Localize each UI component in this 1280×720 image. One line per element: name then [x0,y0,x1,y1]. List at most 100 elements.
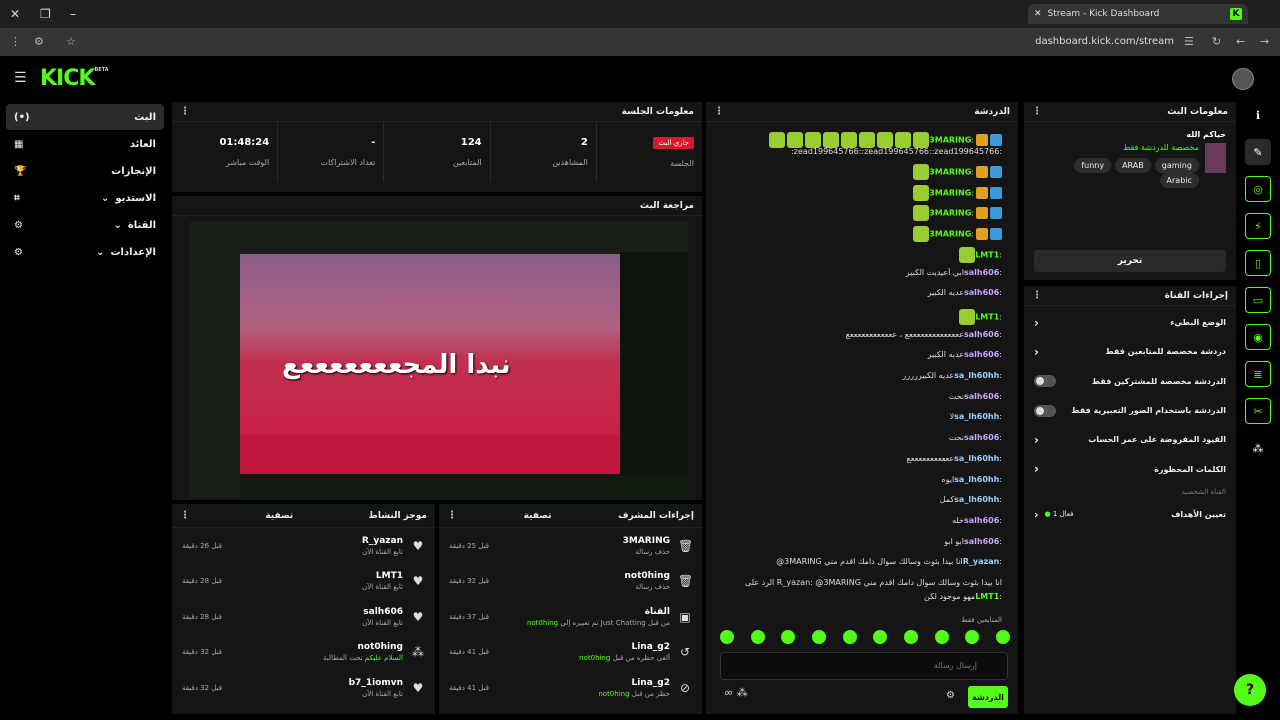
forward-icon[interactable]: ← [1236,35,1245,48]
emote-bar[interactable] [720,630,1010,644]
more-icon[interactable]: ⁂ [1245,435,1271,461]
stream-tag[interactable]: ARAB [1115,158,1151,173]
chat-settings-icon[interactable]: ∞ ⁂ [724,686,748,699]
sidebar-item-4[interactable]: ⚙ ⌄ القناة [6,212,164,238]
goals-row[interactable]: › ● فعال 1 تعيين الأهداف [1024,500,1236,529]
camera-icon[interactable]: ◎ [1245,176,1271,202]
list-item[interactable]: قبل 26 دقيقة ♥ R_yazan تابع القناة الآن [172,528,435,564]
chat-message[interactable]: ععععععععععععععع ، عععععععععععععsalh606: [712,330,1002,339]
tune-icon[interactable]: ☰ [1184,35,1194,48]
channel-action-row[interactable]: › الوضع البطيء [1024,308,1236,337]
wrench-icon[interactable]: ✂ [1245,398,1271,424]
stream-tag[interactable]: funny [1074,158,1112,173]
list-item[interactable]: قبل 28 دقيقة ♥ LMT1 تابع القناة الآن [172,564,435,600]
chat-message[interactable]: @3MARING انا بيدا بثوث وسالك سوال دامك ا… [712,557,1002,566]
sidebar-item-0[interactable]: (•) البث [6,104,164,130]
list-item[interactable]: قبل 37 دقيقة ▣ القناة not0hing تم تغييره إل… [439,599,702,635]
chat-username[interactable]: salh606 [964,350,999,359]
help-icon[interactable]: ? [1234,674,1266,706]
hamburger-menu-icon[interactable]: ☰ [14,70,27,86]
channel-action-row[interactable]: › القيود المفروضة على عمر الحساب [1024,425,1236,454]
close-window-icon[interactable]: ✕ [10,7,20,21]
chat-message[interactable]: عديه الكبيرsalh606: [712,350,1002,359]
chat-username[interactable]: salh606 [964,433,999,442]
chat-username[interactable]: salh606 [964,516,999,525]
chat-username[interactable]: 3MARING [929,188,971,197]
chat-username[interactable]: salh606 [964,392,999,401]
chat-username[interactable]: salh606 [964,268,999,277]
chat-username[interactable]: LMT1 [975,312,999,321]
chat-username[interactable]: R_yazan [963,557,1000,566]
list-item[interactable]: قبل 25 دقيقة 🗑 3MARING حذف رسالة [439,528,702,564]
user-name[interactable]: LMT1 [362,571,403,581]
sidebar-item-3[interactable]: ⌗ ⌄ الاستديو [6,185,164,211]
mod-filter[interactable]: تصفية [524,511,552,521]
chat-message[interactable]: خلهsalh606: [712,516,1002,525]
menu-dots-icon[interactable]: ⋮ [10,35,21,48]
activity-filter[interactable]: تصفية [265,511,293,521]
browser-tab[interactable]: ✕ Stream - Kick Dashboard K [1028,4,1248,24]
chat-username[interactable]: LMT1 [975,250,999,259]
chat-username[interactable]: sa_lh60hh [954,371,999,380]
sidebar-item-2[interactable]: 🏆 الإنجازات [6,158,164,184]
chat-username[interactable]: sa_lh60hh [954,412,999,421]
extension-icon[interactable]: ⚙ [34,35,44,48]
list-item[interactable]: قبل 28 دقيقة ♥ salh606 تابع القناة الآن [172,599,435,635]
chat-send-button[interactable]: الدردشة [968,686,1008,708]
chat-bubble-icon[interactable]: ▭ [1245,287,1271,313]
chat-message[interactable]: ايوهsa_lh60hh: [712,475,1002,484]
list-item[interactable]: قبل 32 دقيقة ⁂ not0hing السلام عليكم تحت ال… [172,635,435,671]
list-item[interactable]: قبل 41 دقيقة ↺ Lina_g2 not0hing ألغى حظره م… [439,635,702,671]
list-icon[interactable]: ≣ [1245,361,1271,387]
user-name[interactable]: salh606 [362,607,403,617]
session-menu-icon[interactable]: ⋮ [180,106,190,117]
chat-username[interactable]: 3MARING [929,136,971,145]
chat-message[interactable]: كملsa_lh60hh: [712,495,1002,504]
bolt-icon[interactable]: ⚡ [1245,213,1271,239]
stream-preview-video[interactable]: نبدا المجعععععععع [190,222,688,498]
chat-username[interactable]: sa_lh60hh [954,475,999,484]
restore-window-icon[interactable]: ❐ [40,7,51,21]
toggle-switch[interactable] [1034,404,1056,417]
sidebar-item-1[interactable]: ▦ العائد [6,131,164,157]
chat-username[interactable]: 3MARING [929,168,971,177]
chat-username[interactable]: 3MARING [929,230,971,239]
chat-username[interactable]: salh606 [964,288,999,297]
list-item[interactable]: قبل 41 دقيقة ⊘ Lina_g2 not0hing حظر من قبل [439,670,702,706]
chat-message[interactable]: نحتsalh606: [712,392,1002,401]
channel-action-row[interactable]: الدردشة باستخدام الصور التعبيرية فقط [1024,396,1236,425]
chat-message[interactable]: عديه الكبيرررررsa_lh60hh: [712,371,1002,380]
user-name[interactable]: R_yazan [362,536,403,546]
user-name[interactable]: 3MARING [623,536,670,546]
sidebar-item-5[interactable]: ⚙ ⌄ الإعدادات [6,239,164,265]
bookmark-star-icon[interactable]: ☆ [66,35,76,48]
info-icon[interactable]: ℹ [1245,102,1271,128]
chat-message[interactable]: :zead199645766::zead199645766::zead19964… [712,147,1002,156]
user-name[interactable]: Lina_g2 [579,642,670,652]
chat-message[interactable]: لاsa_lh60hh: [712,412,1002,421]
chat-username[interactable]: salh606 [964,330,999,339]
activity-menu-icon[interactable]: ⋮ [180,510,190,521]
chat-message[interactable]: 3MARING: [712,184,1002,201]
chat-username[interactable]: LMT1 [975,592,999,601]
list-item[interactable]: قبل 32 دقيقة ♥ b7_1iomvn تابع القناة الآن [172,670,435,706]
channel-actions-menu-icon[interactable]: ⋮ [1032,290,1042,301]
chat-message[interactable]: 3MARING: [712,132,1002,148]
list-item[interactable]: قبل 32 دقيقة 🗑 not0hing حذف رسالة [439,564,702,600]
mod-menu-icon[interactable]: ⋮ [447,510,457,521]
chat-message[interactable]: 3MARING: [712,226,1002,243]
chat-input[interactable]: إرسال رسالة [720,652,1008,680]
category-name[interactable]: مخصصة للدردشة فقط [1034,143,1199,152]
channel-action-row[interactable]: › دردشة مخصصة للمتابعين فقط [1024,337,1236,366]
chat-message[interactable]: الرد على R_yazan: @3MARING انا بيدا بثوث… [712,578,1002,587]
chat-message[interactable]: عديه الكبيرsalh606: [712,288,1002,297]
channel-action-row[interactable]: الدردشة مخصصة للمشتركين فقط [1024,367,1236,396]
toggle-switch[interactable] [1034,375,1056,388]
user-name[interactable]: not0hing [625,571,671,581]
channel-action-row[interactable]: › الكلمات المحظورة [1024,454,1236,483]
chat-username[interactable]: salh606 [964,537,999,546]
chat-message[interactable]: نحتsalh606: [712,433,1002,442]
chat-menu-icon[interactable]: ⋮ [714,106,724,117]
chat-message[interactable]: ععععععععععععsa_lh60hh: [712,454,1002,463]
info-menu-icon[interactable]: ⋮ [1032,106,1042,117]
